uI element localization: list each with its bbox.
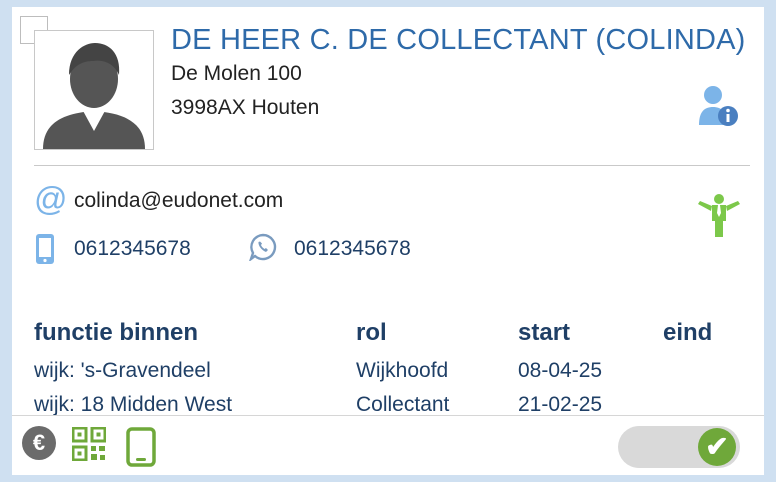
euro-icon[interactable]: € <box>22 426 56 460</box>
mobile-number[interactable]: 0612345678 <box>74 237 191 261</box>
email-link[interactable]: colinda@eudonet.com <box>74 189 283 213</box>
header-rol: rol <box>356 319 387 346</box>
row-rol: Collectant <box>356 393 450 416</box>
row-functie: wijk: 18 Midden West <box>34 393 233 416</box>
address-street: De Molen 100 <box>171 62 302 85</box>
avatar <box>34 30 154 150</box>
mobile-device-icon[interactable] <box>126 427 156 467</box>
row-start: 21-02-25 <box>518 393 603 416</box>
whatsapp-number[interactable]: 0612345678 <box>294 237 411 261</box>
green-person-icon[interactable] <box>696 191 742 237</box>
check-icon: ✔ <box>698 428 736 466</box>
qr-code-icon[interactable] <box>71 426 107 462</box>
row-functie: wijk: 's-Gravendeel <box>34 359 211 382</box>
contact-name: DE HEER C. DE COLLECTANT (COLINDA) <box>171 24 746 56</box>
divider <box>34 165 750 166</box>
header-functie: functie binnen <box>34 319 198 346</box>
person-info-icon[interactable] <box>699 85 739 127</box>
header-start: start <box>518 319 571 346</box>
mobile-phone-icon <box>35 233 55 265</box>
footer-divider <box>12 415 764 416</box>
status-toggle[interactable]: ✔ <box>618 426 740 468</box>
whatsapp-icon <box>248 233 277 263</box>
contact-card: DE HEER C. DE COLLECTANT (COLINDA) De Mo… <box>12 7 764 475</box>
avatar-placeholder-icon <box>43 43 145 149</box>
address-city: 3998AX Houten <box>171 96 320 119</box>
row-start: 08-04-25 <box>518 359 603 382</box>
header-eind: eind <box>663 319 713 346</box>
at-icon: @ <box>34 180 68 217</box>
row-rol: Wijkhoofd <box>356 359 449 382</box>
